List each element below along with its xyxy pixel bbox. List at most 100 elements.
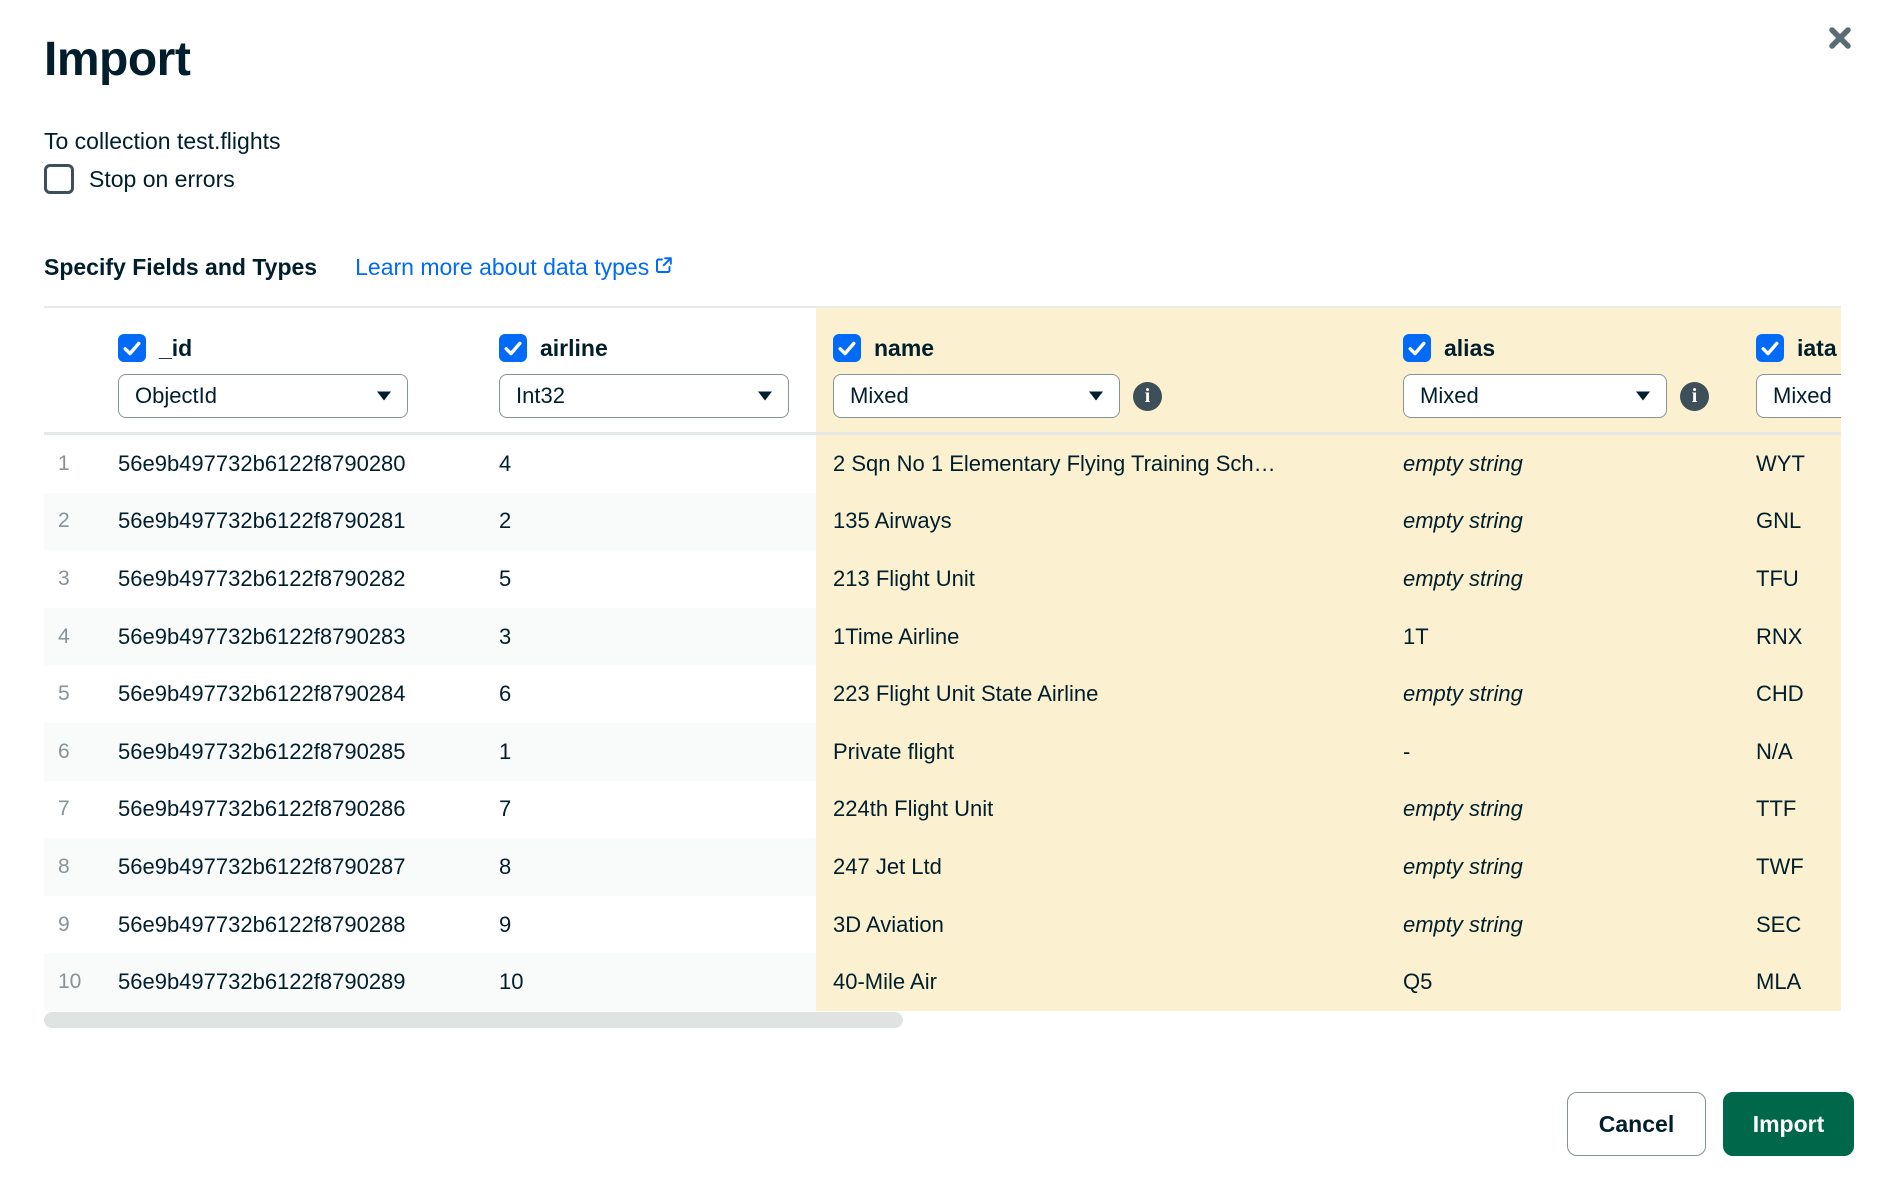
table-row: 356e9b497732b6122f87902825213 Flight Uni… xyxy=(44,550,1841,608)
cell-airline: 1 xyxy=(499,723,816,781)
include-field-checkbox-name[interactable] xyxy=(833,334,861,362)
info-icon-alias[interactable]: i xyxy=(1680,382,1709,411)
stop-on-errors-option[interactable]: Stop on errors xyxy=(44,164,235,194)
learn-more-link[interactable]: Learn more about data types xyxy=(355,254,673,281)
cell-rownum: 8 xyxy=(44,838,118,896)
cell-id: 56e9b497732b6122f8790288 xyxy=(118,896,499,954)
chevron-down-icon xyxy=(758,392,772,401)
cell-iata: TTF xyxy=(1748,781,1841,839)
cell-alias: empty string xyxy=(1394,435,1748,493)
import-button[interactable]: Import xyxy=(1723,1092,1854,1156)
cell-iata: WYT xyxy=(1748,435,1841,493)
cell-name: 213 Flight Unit xyxy=(816,550,1394,608)
learn-more-label: Learn more about data types xyxy=(355,254,649,281)
column-header-name: name Mixedi xyxy=(816,308,1394,432)
horizontal-scrollbar-thumb[interactable] xyxy=(44,1012,903,1028)
dialog-title: Import xyxy=(44,32,190,87)
column-header-top-airline: airline xyxy=(499,334,816,362)
stop-on-errors-label: Stop on errors xyxy=(89,166,235,193)
table-header: _idObjectIdairlineInt32nameMixedialiasMi… xyxy=(44,308,1841,435)
column-header-top-_id: _id xyxy=(118,334,499,362)
cell-rownum: 10 xyxy=(44,953,118,1011)
cell-iata: MLA xyxy=(1748,953,1841,1011)
cell-alias: empty string xyxy=(1394,896,1748,954)
cell-rownum: 1 xyxy=(44,435,118,493)
column-header-_id: _id ObjectId xyxy=(118,308,499,432)
external-link-icon xyxy=(654,254,673,281)
import-dialog: Import To collection test.flights Stop o… xyxy=(0,0,1882,1186)
cell-iata: SEC xyxy=(1748,896,1841,954)
cell-airline: 2 xyxy=(499,493,816,551)
type-select-value-airline: Int32 xyxy=(516,383,565,409)
chevron-down-icon xyxy=(1089,392,1103,401)
type-select-iata[interactable]: Mixed xyxy=(1756,374,1841,418)
column-header-bottom-_id: ObjectId xyxy=(118,374,499,418)
table-row: 756e9b497732b6122f87902867224th Flight U… xyxy=(44,781,1841,839)
type-select-value-_id: ObjectId xyxy=(135,383,217,409)
include-field-checkbox-airline[interactable] xyxy=(499,334,527,362)
table-row: 856e9b497732b6122f87902878247 Jet Ltdemp… xyxy=(44,838,1841,896)
cell-name: Private flight xyxy=(816,723,1394,781)
cell-rownum: 4 xyxy=(44,608,118,666)
column-header-top-iata: iata xyxy=(1756,334,1841,362)
type-select-_id[interactable]: ObjectId xyxy=(118,374,408,418)
cell-id: 56e9b497732b6122f8790287 xyxy=(118,838,499,896)
stop-on-errors-checkbox[interactable] xyxy=(44,164,74,194)
cell-name: 1Time Airline xyxy=(816,608,1394,666)
table-body: 156e9b497732b6122f879028042 Sqn No 1 Ele… xyxy=(44,435,1841,1011)
include-field-checkbox-iata[interactable] xyxy=(1756,334,1784,362)
column-header-bottom-name: Mixedi xyxy=(833,374,1394,418)
cell-rownum: 9 xyxy=(44,896,118,954)
cell-iata: TWF xyxy=(1748,838,1841,896)
section-row: Specify Fields and Types Learn more abou… xyxy=(44,254,673,281)
cell-iata: GNL xyxy=(1748,493,1841,551)
include-field-checkbox-_id[interactable] xyxy=(118,334,146,362)
table-row: 556e9b497732b6122f87902846223 Flight Uni… xyxy=(44,665,1841,723)
cell-iata: RNX xyxy=(1748,608,1841,666)
cell-rownum: 6 xyxy=(44,723,118,781)
cell-iata: CHD xyxy=(1748,665,1841,723)
cell-id: 56e9b497732b6122f8790286 xyxy=(118,781,499,839)
column-label-name: name xyxy=(874,335,934,362)
cell-airline: 10 xyxy=(499,953,816,1011)
cell-id: 56e9b497732b6122f8790280 xyxy=(118,435,499,493)
table-row: 256e9b497732b6122f87902812135 Airwaysemp… xyxy=(44,493,1841,551)
column-header-bottom-airline: Int32 xyxy=(499,374,816,418)
section-heading: Specify Fields and Types xyxy=(44,254,317,281)
include-field-checkbox-alias[interactable] xyxy=(1403,334,1431,362)
cell-airline: 9 xyxy=(499,896,816,954)
type-select-value-alias: Mixed xyxy=(1420,383,1479,409)
table-row: 456e9b497732b6122f879028331Time Airline1… xyxy=(44,608,1841,666)
cell-airline: 7 xyxy=(499,781,816,839)
column-header-bottom-iata: Mixed xyxy=(1756,374,1841,418)
close-button[interactable] xyxy=(1822,20,1858,56)
cell-alias: empty string xyxy=(1394,665,1748,723)
cell-alias: - xyxy=(1394,723,1748,781)
cell-name: 3D Aviation xyxy=(816,896,1394,954)
cell-id: 56e9b497732b6122f8790282 xyxy=(118,550,499,608)
type-select-airline[interactable]: Int32 xyxy=(499,374,789,418)
table-row: 1056e9b497732b6122f87902891040-Mile AirQ… xyxy=(44,953,1841,1011)
column-header-rownum xyxy=(44,308,118,432)
cell-rownum: 7 xyxy=(44,781,118,839)
info-icon-name[interactable]: i xyxy=(1133,382,1162,411)
cell-alias: empty string xyxy=(1394,781,1748,839)
type-select-alias[interactable]: Mixed xyxy=(1403,374,1667,418)
table-row: 956e9b497732b6122f879028893D Aviationemp… xyxy=(44,896,1841,954)
cancel-button[interactable]: Cancel xyxy=(1567,1092,1706,1156)
cell-iata: N/A xyxy=(1748,723,1841,781)
chevron-down-icon xyxy=(1636,392,1650,401)
cell-name: 40-Mile Air xyxy=(816,953,1394,1011)
cell-name: 135 Airways xyxy=(816,493,1394,551)
cell-alias: 1T xyxy=(1394,608,1748,666)
column-label-airline: airline xyxy=(540,335,608,362)
cell-alias: Q5 xyxy=(1394,953,1748,1011)
column-header-bottom-alias: Mixed i xyxy=(1403,374,1748,418)
cell-id: 56e9b497732b6122f8790284 xyxy=(118,665,499,723)
cell-name: 2 Sqn No 1 Elementary Flying Training Sc… xyxy=(816,435,1394,493)
type-select-name[interactable]: Mixed xyxy=(833,374,1120,418)
cell-airline: 4 xyxy=(499,435,816,493)
cell-name: 223 Flight Unit State Airline xyxy=(816,665,1394,723)
cell-id: 56e9b497732b6122f8790285 xyxy=(118,723,499,781)
column-label-iata: iata xyxy=(1797,335,1837,362)
